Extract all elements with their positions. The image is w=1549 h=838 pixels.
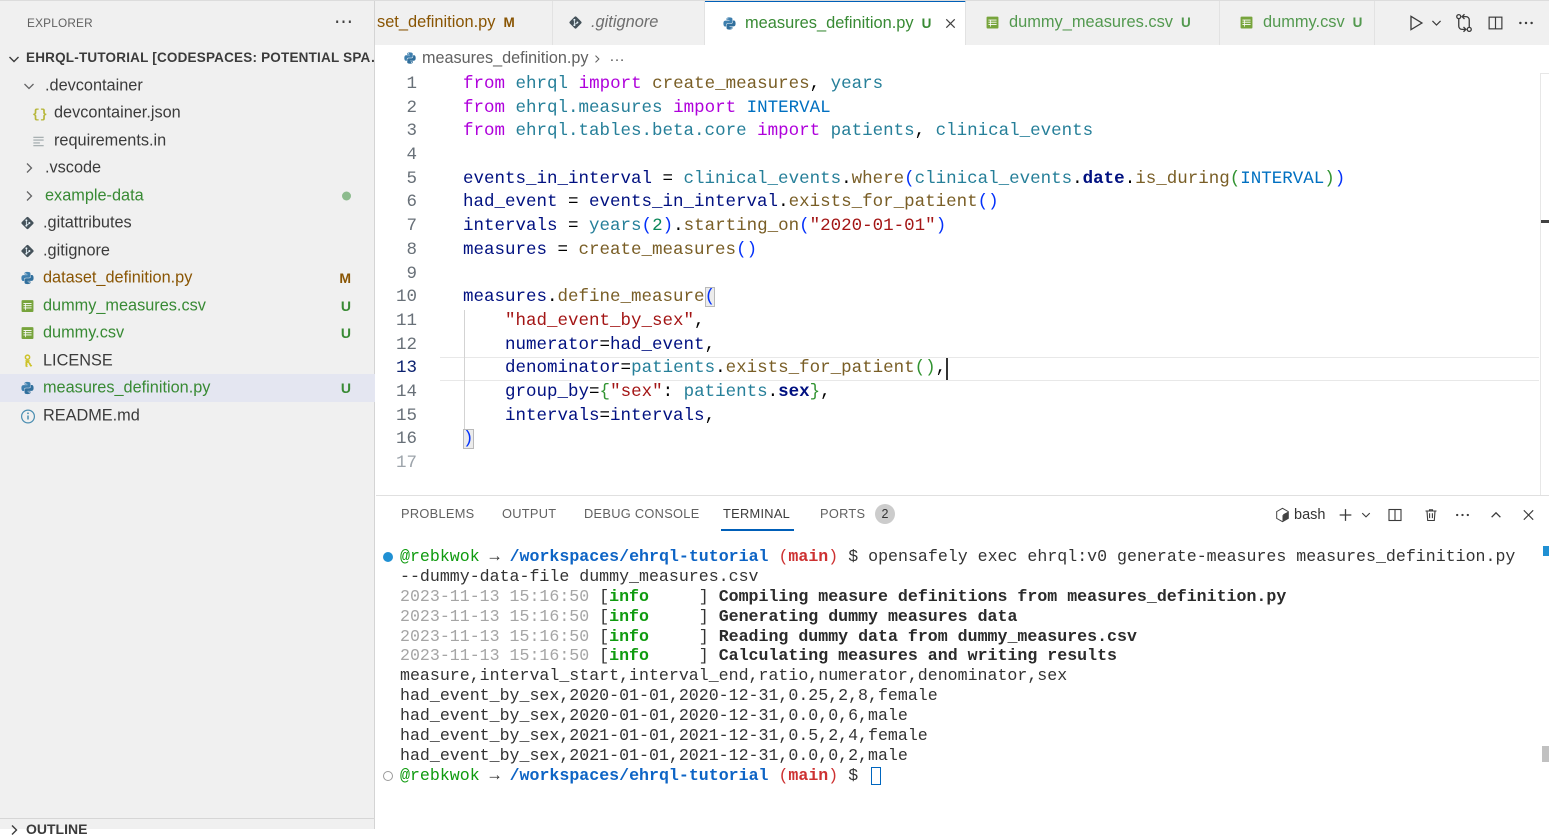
svg-text:{}: {}	[32, 107, 47, 122]
